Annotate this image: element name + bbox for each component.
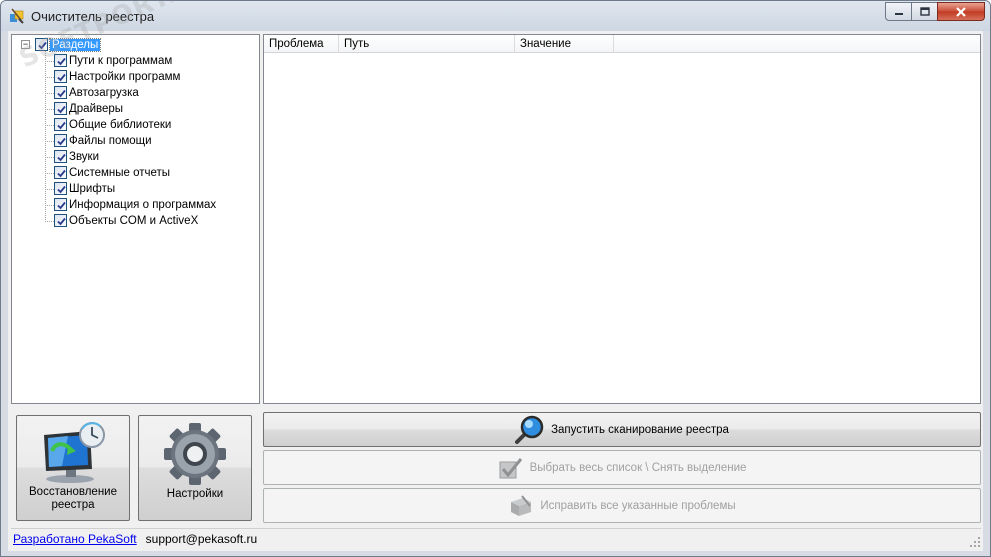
maximize-button[interactable] — [911, 2, 938, 21]
tree-connector-line — [45, 47, 46, 220]
tree-item[interactable]: Автозагрузка — [54, 85, 139, 100]
support-email: support@pekasoft.ru — [145, 531, 258, 546]
tree-item[interactable]: Файлы помощи — [54, 133, 152, 148]
select-all-button[interactable]: Выбрать весь список \ Снять выделение — [263, 450, 981, 485]
tree-connector-line — [45, 157, 54, 158]
close-icon — [956, 6, 966, 17]
tree-item[interactable]: Пути к программам — [54, 53, 172, 68]
restore-registry-label-line1: Восстановление — [29, 486, 117, 498]
checkmark-icon — [57, 217, 66, 226]
checkmark-icon — [57, 185, 66, 194]
checkbox-check-icon — [499, 457, 522, 478]
tree-item-label: Драйверы — [69, 102, 124, 115]
checkmark-icon — [57, 89, 66, 98]
fix-problems-button[interactable]: Исправить все указанные проблемы — [263, 488, 981, 523]
tree-connector-line — [45, 61, 54, 62]
checkmark-icon — [57, 105, 66, 114]
tree-connector-line — [45, 77, 54, 78]
tree-item-label: Настройки программ — [69, 70, 181, 83]
tree-root-label: Разделы — [48, 37, 102, 52]
minimize-button[interactable] — [885, 2, 912, 21]
column-header-path[interactable]: Путь — [339, 35, 515, 53]
fix-problems-label: Исправить все указанные проблемы — [540, 499, 736, 512]
tree-connector-line — [45, 221, 54, 222]
column-header-value[interactable]: Значение — [515, 35, 614, 53]
tree-item-checkbox[interactable] — [54, 150, 67, 163]
tree-item-label: Информация о программах — [69, 198, 217, 211]
checkmark-icon — [57, 201, 66, 210]
tree-item-label: Шрифты — [69, 182, 116, 195]
tree-item[interactable]: Настройки программ — [54, 69, 180, 84]
tree-root-checkbox[interactable] — [35, 38, 48, 51]
tree-connector-line — [45, 125, 54, 126]
tree-item[interactable]: Звуки — [54, 149, 99, 164]
checkmark-icon — [57, 137, 66, 146]
tree-item-label: Файлы помощи — [69, 134, 152, 147]
column-header-problem[interactable]: Проблема — [264, 35, 339, 53]
monitor-restore-clock-icon — [44, 422, 105, 483]
tree-item-checkbox[interactable] — [54, 118, 67, 131]
settings-label: Настройки — [166, 488, 224, 500]
tree-connector-line — [45, 173, 54, 174]
tree-item[interactable]: Шрифты — [54, 181, 115, 196]
results-list[interactable]: Проблема Путь Значение — [263, 34, 981, 404]
tree-item-checkbox[interactable] — [54, 102, 67, 115]
tree-item-checkbox[interactable] — [54, 134, 67, 147]
tree-item-checkbox[interactable] — [54, 54, 67, 67]
checkmark-icon — [57, 169, 66, 178]
sections-tree[interactable]: − Разделы Пути к программам Настройки про… — [11, 34, 260, 404]
status-bar: Разработано PekaSoft support@pekasoft.ru — [11, 528, 981, 548]
collapse-tree-toggle[interactable]: − — [21, 40, 30, 49]
registry-fix-icon — [511, 494, 532, 516]
checkmark-icon — [57, 57, 66, 66]
tree-item-checkbox[interactable] — [54, 182, 67, 195]
tree-item-label: Системные отчеты — [69, 166, 171, 179]
start-scan-button[interactable]: Запустить сканирование реестра — [263, 412, 981, 447]
tree-item-checkbox[interactable] — [54, 70, 67, 83]
tree-item[interactable]: Драйверы — [54, 101, 123, 116]
gear-icon — [164, 423, 226, 485]
results-list-header: Проблема Путь Значение — [264, 35, 980, 53]
tree-item[interactable]: Информация о программах — [54, 197, 216, 212]
tree-item-label: Общие библиотеки — [69, 118, 172, 131]
magnifier-icon — [515, 415, 544, 444]
start-scan-label: Запустить сканирование реестра — [551, 423, 729, 436]
checkmark-icon — [57, 121, 66, 130]
tree-item-label: Автозагрузка — [69, 86, 139, 99]
tree-root[interactable]: Разделы — [35, 37, 102, 52]
registry-cleaner-app-icon — [10, 8, 24, 24]
tree-item-checkbox[interactable] — [54, 166, 67, 179]
window-title: Очиститель реестра — [31, 9, 155, 24]
close-button[interactable] — [937, 2, 985, 21]
select-all-label: Выбрать весь список \ Снять выделение — [529, 461, 747, 474]
tree-item[interactable]: Общие библиотеки — [54, 117, 171, 132]
client-area: − Разделы Пути к программам Настройки про… — [8, 31, 983, 551]
title-bar[interactable]: Очиститель реестра — [1, 1, 990, 31]
tree-item-checkbox[interactable] — [54, 214, 67, 227]
checkmark-icon — [57, 73, 66, 82]
tree-connector-line — [45, 93, 54, 94]
tree-item-label: Объекты COM и ActiveX — [69, 214, 199, 227]
resize-grip-icon[interactable] — [969, 536, 981, 548]
caption-buttons — [885, 2, 985, 21]
restore-registry-button[interactable]: Восстановление реестра — [16, 415, 130, 521]
tree-connector-line — [45, 205, 54, 206]
main-window: Очиститель реестра − Разделы Пути к прог… — [0, 0, 991, 557]
tree-item-checkbox[interactable] — [54, 198, 67, 211]
tree-item-checkbox[interactable] — [54, 86, 67, 99]
checkmark-icon — [38, 41, 47, 50]
developer-link[interactable]: Разработано PekaSoft — [13, 532, 137, 546]
tree-item-label: Звуки — [69, 150, 100, 163]
minimize-icon — [894, 12, 903, 15]
tree-item[interactable]: Объекты COM и ActiveX — [54, 213, 198, 228]
maximize-icon — [919, 7, 930, 16]
tree-connector-line — [45, 189, 54, 190]
tree-connector-line — [45, 141, 54, 142]
restore-registry-label-line2: реестра — [51, 499, 95, 511]
tree-connector-line — [45, 109, 54, 110]
checkmark-icon — [57, 153, 66, 162]
tree-item[interactable]: Системные отчеты — [54, 165, 170, 180]
settings-button[interactable]: Настройки — [138, 415, 252, 521]
tree-item-label: Пути к программам — [69, 54, 173, 67]
